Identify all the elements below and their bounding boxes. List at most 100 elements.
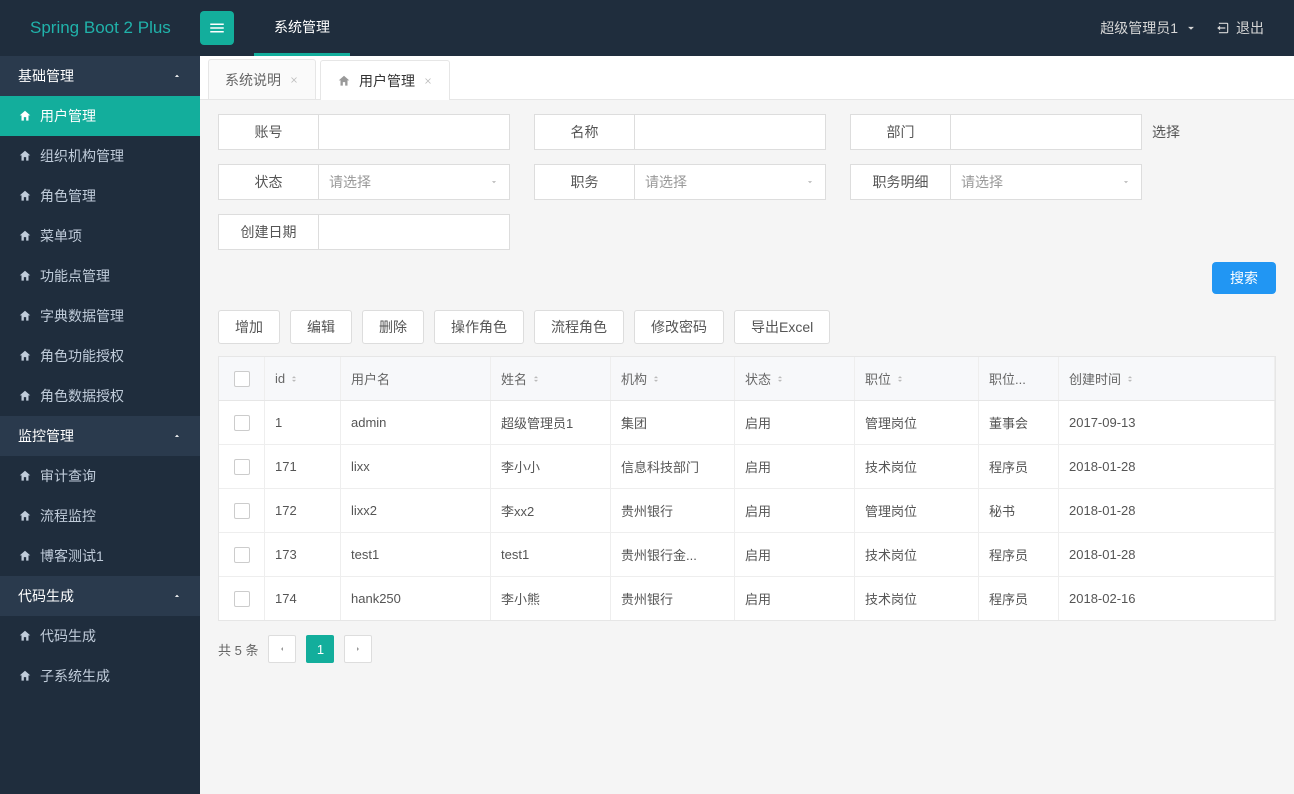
sort-icon[interactable] (289, 374, 299, 384)
home-icon (18, 389, 32, 403)
tab-system-intro[interactable]: 系统说明 (208, 59, 316, 99)
job-select[interactable]: 请选择 (634, 164, 826, 200)
th-name[interactable]: 姓名 (501, 369, 527, 388)
next-page-button[interactable] (344, 635, 372, 663)
sidebar-group-title[interactable]: 监控管理 (0, 416, 200, 456)
th-id[interactable]: id (275, 371, 285, 386)
name-input[interactable] (645, 124, 815, 140)
table-row[interactable]: 1admin超级管理员1集团启用管理岗位董事会2017-09-13 (219, 401, 1275, 445)
filter-label-job: 职务 (534, 164, 634, 200)
th-user[interactable]: 用户名 (351, 369, 390, 388)
home-icon (18, 189, 32, 203)
cell-org: 集团 (611, 401, 735, 444)
tab-user-manage[interactable]: 用户管理 (320, 60, 450, 100)
cell-date: 2018-01-28 (1059, 489, 1275, 532)
dept-input[interactable] (961, 124, 1131, 140)
page-1-button[interactable]: 1 (306, 635, 334, 663)
row-checkbox[interactable] (234, 591, 250, 607)
cell-user: hank250 (341, 577, 491, 620)
th-status[interactable]: 状态 (745, 369, 771, 388)
filter-label-name: 名称 (534, 114, 634, 150)
cell-id: 174 (265, 577, 341, 620)
oprole-button[interactable]: 操作角色 (434, 310, 524, 344)
home-icon (18, 669, 32, 683)
sidebar-group-title[interactable]: 代码生成 (0, 576, 200, 616)
logout-button[interactable]: 退出 (1216, 18, 1264, 38)
sidebar-item[interactable]: 代码生成 (0, 616, 200, 656)
table-row[interactable]: 173test1test1贵州银行金...启用技术岗位程序员2018-01-28 (219, 533, 1275, 577)
sort-icon[interactable] (895, 374, 905, 384)
jobdetail-select[interactable]: 请选择 (950, 164, 1142, 200)
row-checkbox[interactable] (234, 415, 250, 431)
sort-icon[interactable] (651, 374, 661, 384)
sidebar-item[interactable]: 组织机构管理 (0, 136, 200, 176)
flowrole-button[interactable]: 流程角色 (534, 310, 624, 344)
sidebar-item[interactable]: 角色管理 (0, 176, 200, 216)
cell-status: 启用 (735, 533, 855, 576)
group-label: 代码生成 (18, 586, 74, 606)
th-date[interactable]: 创建时间 (1069, 369, 1121, 388)
cell-org: 贵州银行 (611, 489, 735, 532)
row-checkbox[interactable] (234, 547, 250, 563)
sidebar-item-label: 角色功能授权 (40, 346, 124, 366)
search-button[interactable]: 搜索 (1212, 262, 1276, 294)
cell-id: 1 (265, 401, 341, 444)
home-icon (18, 309, 32, 323)
chevron-left-icon (278, 645, 286, 653)
createdate-input[interactable] (329, 224, 499, 240)
cell-date: 2018-01-28 (1059, 445, 1275, 488)
cell-posd: 程序员 (979, 533, 1059, 576)
row-checkbox[interactable] (234, 503, 250, 519)
group-label: 基础管理 (18, 66, 74, 86)
status-select[interactable]: 请选择 (318, 164, 510, 200)
filter-label-status: 状态 (218, 164, 318, 200)
table-row[interactable]: 174hank250李小熊贵州银行启用技术岗位程序员2018-02-16 (219, 577, 1275, 620)
sidebar-item-label: 审计查询 (40, 466, 96, 486)
sidebar-item[interactable]: 角色数据授权 (0, 376, 200, 416)
table-row[interactable]: 172lixx2李xx2贵州银行启用管理岗位秘书2018-01-28 (219, 489, 1275, 533)
cell-user: lixx (341, 445, 491, 488)
sidebar-item[interactable]: 用户管理 (0, 96, 200, 136)
cell-user: admin (341, 401, 491, 444)
cell-name: 李xx2 (491, 489, 611, 532)
sidebar-item[interactable]: 子系统生成 (0, 656, 200, 696)
cell-posd: 秘书 (979, 489, 1059, 532)
row-checkbox[interactable] (234, 459, 250, 475)
sidebar-item-label: 菜单项 (40, 226, 82, 246)
sidebar-item[interactable]: 功能点管理 (0, 256, 200, 296)
filter-label-dept: 部门 (850, 114, 950, 150)
dept-select-link[interactable]: 选择 (1152, 122, 1180, 142)
changepwd-button[interactable]: 修改密码 (634, 310, 724, 344)
sidebar-group-title[interactable]: 基础管理 (0, 56, 200, 96)
select-all-checkbox[interactable] (234, 371, 250, 387)
th-org[interactable]: 机构 (621, 369, 647, 388)
home-icon (18, 349, 32, 363)
sort-icon[interactable] (775, 374, 785, 384)
sidebar-toggle-button[interactable] (200, 11, 234, 45)
export-button[interactable]: 导出Excel (734, 310, 830, 344)
home-icon (18, 229, 32, 243)
cell-id: 173 (265, 533, 341, 576)
close-icon[interactable] (423, 76, 433, 86)
th-pos[interactable]: 职位 (865, 369, 891, 388)
sidebar-item[interactable]: 博客测试1 (0, 536, 200, 576)
account-input[interactable] (329, 124, 499, 140)
sidebar-item[interactable]: 流程监控 (0, 496, 200, 536)
sort-icon[interactable] (531, 374, 541, 384)
add-button[interactable]: 增加 (218, 310, 280, 344)
sidebar-item[interactable]: 角色功能授权 (0, 336, 200, 376)
delete-button[interactable]: 删除 (362, 310, 424, 344)
sort-icon[interactable] (1125, 374, 1135, 384)
user-menu[interactable]: 超级管理员1 (1100, 18, 1198, 38)
sidebar-item[interactable]: 菜单项 (0, 216, 200, 256)
th-posd[interactable]: 职位... (989, 369, 1026, 388)
prev-page-button[interactable] (268, 635, 296, 663)
chevron-right-icon (354, 645, 362, 653)
cell-posd: 董事会 (979, 401, 1059, 444)
table-row[interactable]: 171lixx李小小信息科技部门启用技术岗位程序员2018-01-28 (219, 445, 1275, 489)
close-icon[interactable] (289, 75, 299, 85)
sidebar-item[interactable]: 审计查询 (0, 456, 200, 496)
sidebar-item[interactable]: 字典数据管理 (0, 296, 200, 336)
edit-button[interactable]: 编辑 (290, 310, 352, 344)
top-nav-system[interactable]: 系统管理 (254, 0, 350, 56)
